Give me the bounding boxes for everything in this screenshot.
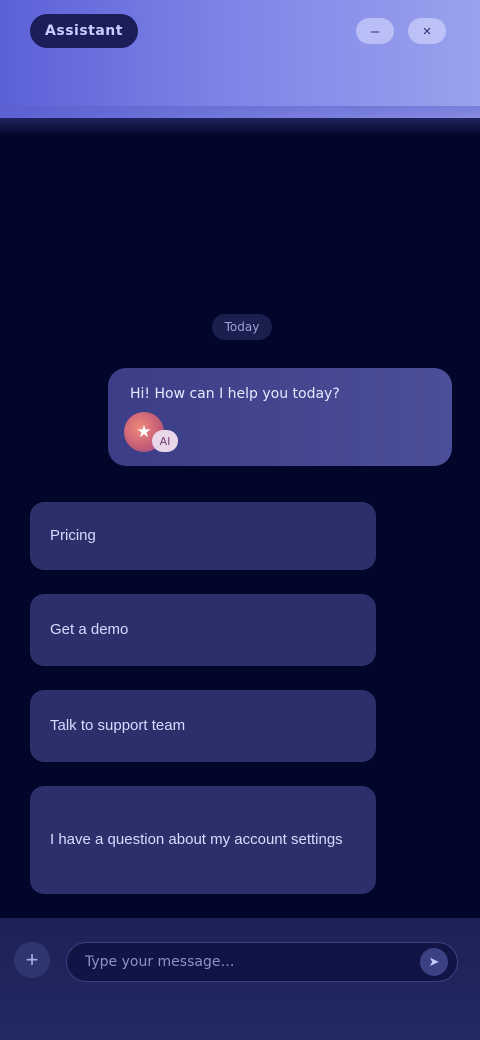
close-button[interactable]: ×	[408, 18, 446, 44]
send-icon: ➤	[428, 954, 440, 969]
star-icon: ★	[136, 422, 152, 442]
message-composer: + ➤	[0, 918, 480, 1040]
minus-icon: –	[370, 22, 380, 40]
message-list[interactable]: Today Hi! How can I help you today? ★ AI…	[0, 118, 480, 918]
bot-identity: ★ AI	[124, 412, 178, 452]
chat-widget: Assistant – × Today Hi! How can I help y…	[0, 0, 480, 1040]
quick-reply-option[interactable]: Get a demo	[30, 594, 376, 666]
send-button[interactable]: ➤	[420, 948, 448, 976]
close-icon: ×	[422, 22, 432, 40]
chat-header: Assistant – ×	[0, 0, 480, 136]
plus-icon: +	[25, 947, 39, 972]
quick-reply-option[interactable]: Pricing	[30, 502, 376, 570]
minimize-button[interactable]: –	[356, 18, 394, 44]
bot-message-text: Hi! How can I help you today?	[130, 386, 340, 402]
avatar-badge: AI	[152, 430, 178, 452]
quick-reply-list: Pricing Get a demo Talk to support team …	[30, 502, 376, 918]
attach-button[interactable]: +	[14, 942, 50, 978]
header-actions: – ×	[356, 18, 446, 44]
date-separator: Today	[212, 314, 272, 340]
quick-reply-option[interactable]: Talk to support team	[30, 690, 376, 762]
quick-reply-option[interactable]: I have a question about my account setti…	[30, 786, 376, 894]
message-input[interactable]	[66, 942, 458, 982]
brand-logo: Assistant	[30, 14, 138, 48]
bot-message: Hi! How can I help you today? ★ AI	[108, 368, 452, 466]
